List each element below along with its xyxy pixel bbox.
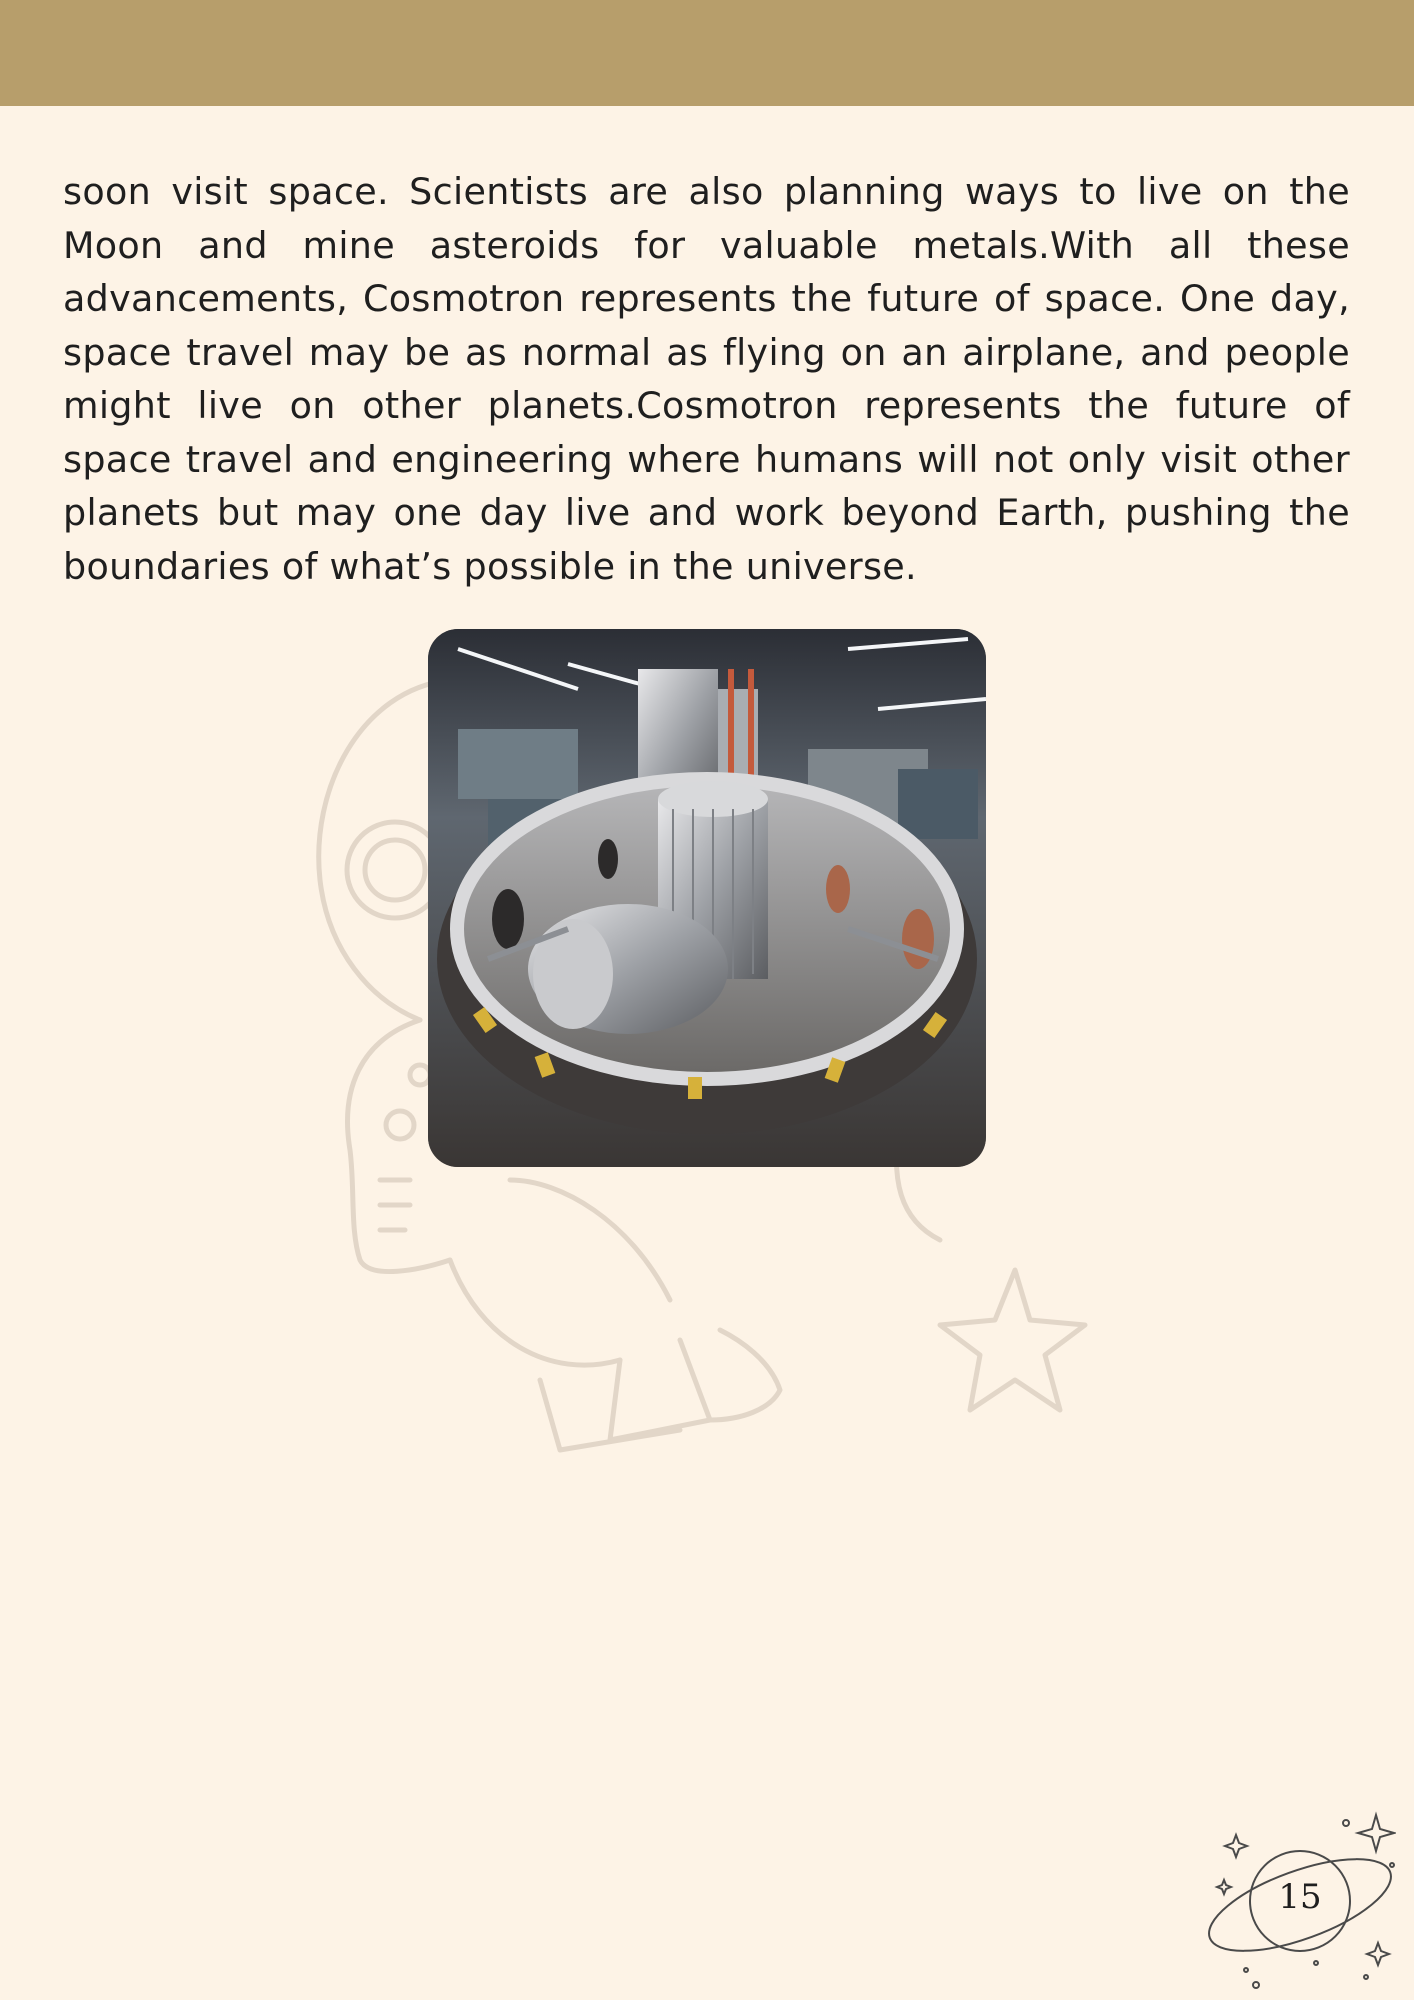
header-band	[0, 0, 1414, 106]
page-number: 15	[1278, 1877, 1322, 1917]
engineering-lab-photo	[428, 629, 986, 1167]
body-paragraph: soon visit space. Scientists are also pl…	[63, 170, 1350, 588]
lab-photo-illustration	[428, 629, 986, 1167]
